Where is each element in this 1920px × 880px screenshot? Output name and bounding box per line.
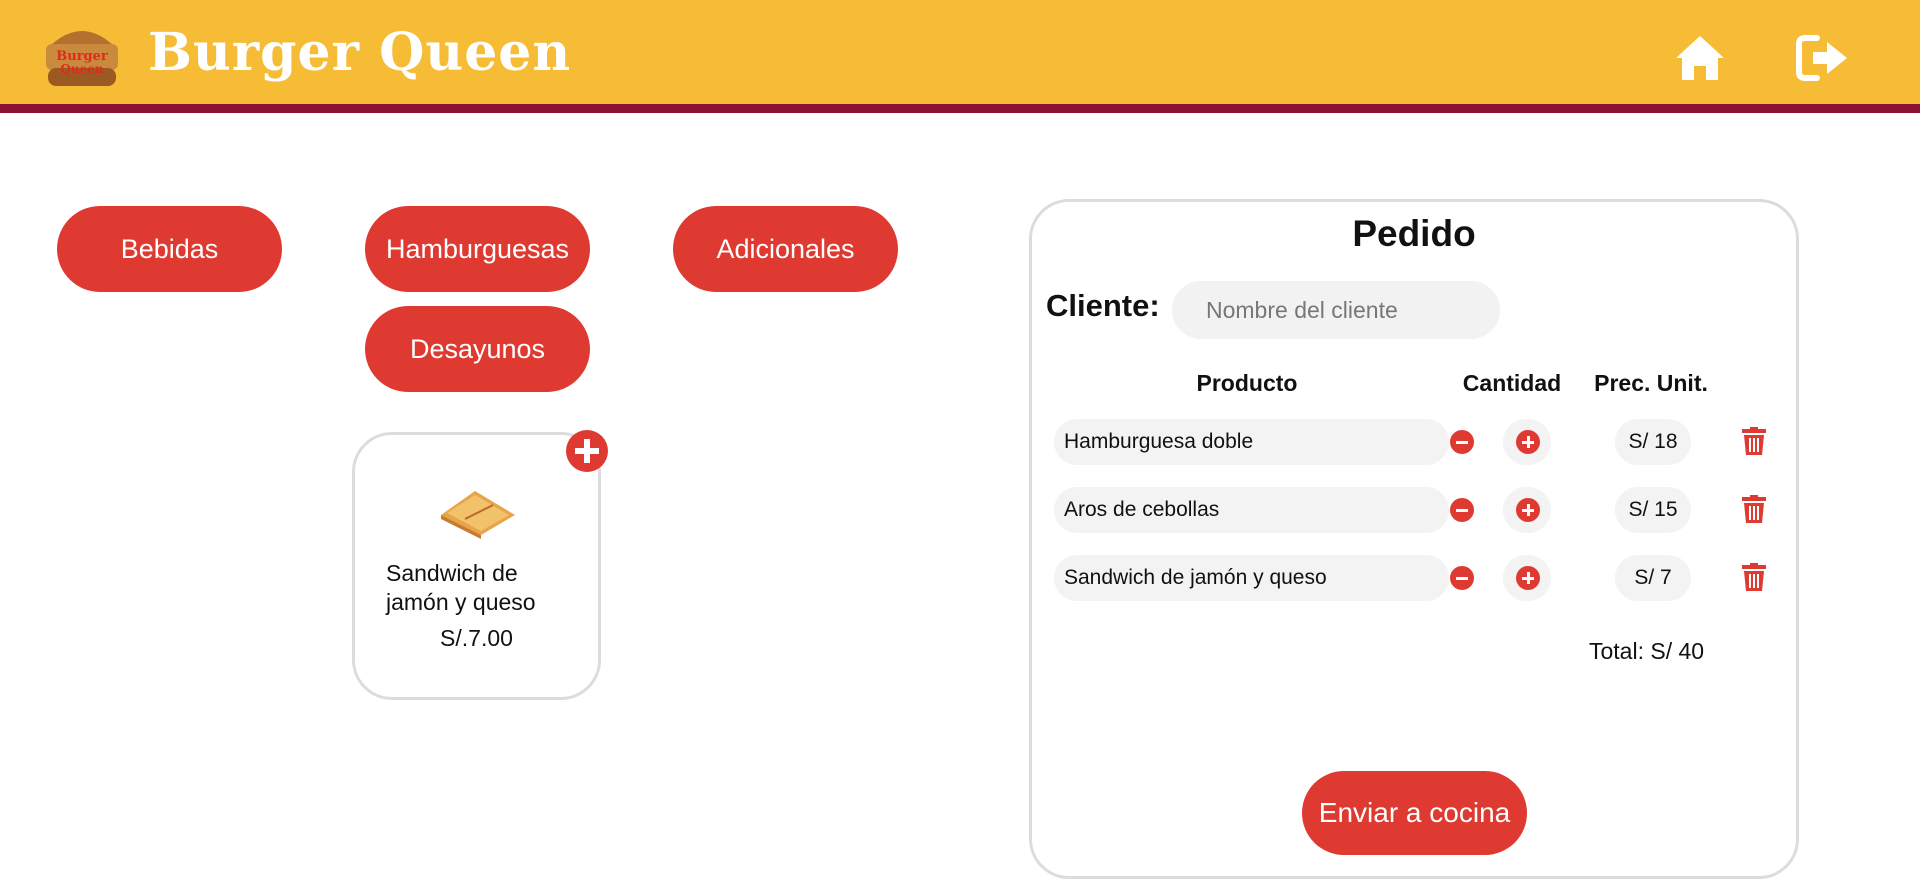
increase-quantity-icon[interactable] <box>1516 430 1540 454</box>
category-adicionales-button[interactable]: Adicionales <box>673 206 898 292</box>
order-total: Total: S/ 40 <box>1589 638 1705 664</box>
trash-icon[interactable] <box>1742 427 1766 455</box>
burger-logo[interactable]: Burger Queen <box>42 16 122 94</box>
app-header: Burger Queen Burger Queen <box>0 0 1920 113</box>
send-to-kitchen-button[interactable]: Enviar a cocina <box>1302 771 1527 855</box>
brand-name: Burger Queen <box>148 22 572 83</box>
decrease-quantity-icon[interactable] <box>1450 498 1474 522</box>
product-price: S/.7.00 <box>440 625 513 651</box>
client-label: Cliente: <box>1046 288 1160 323</box>
client-name-input[interactable] <box>1172 281 1500 339</box>
column-header-quantity: Cantidad <box>1462 370 1562 396</box>
row-unit-price: S/ 18 <box>1615 419 1691 465</box>
trash-icon[interactable] <box>1742 563 1766 591</box>
row-unit-price: S/ 7 <box>1615 555 1691 601</box>
logo-text-line2: Queen <box>60 62 103 76</box>
decrease-quantity-icon[interactable] <box>1450 430 1474 454</box>
increase-quantity-icon[interactable] <box>1516 566 1540 590</box>
increase-quantity-icon[interactable] <box>1516 498 1540 522</box>
category-desayunos-button[interactable]: Desayunos <box>365 306 590 392</box>
row-product-name: Hamburguesa doble <box>1054 419 1449 465</box>
row-product-name: Sandwich de jamón y queso <box>1054 555 1449 601</box>
home-icon[interactable] <box>1672 30 1728 86</box>
product-name: Sandwich de jamón y queso <box>386 560 536 615</box>
column-header-product: Producto <box>1196 370 1298 396</box>
sandwich-image <box>441 491 515 539</box>
category-hamburguesas-button[interactable]: Hamburguesas <box>365 206 590 292</box>
trash-icon[interactable] <box>1742 495 1766 523</box>
row-unit-price: S/ 15 <box>1615 487 1691 533</box>
decrease-quantity-icon[interactable] <box>1450 566 1474 590</box>
plus-circle-icon[interactable] <box>566 430 608 472</box>
category-bebidas-button[interactable]: Bebidas <box>57 206 282 292</box>
logout-icon[interactable] <box>1795 30 1851 86</box>
row-product-name: Aros de cebollas <box>1054 487 1449 533</box>
order-title: Pedido <box>1352 213 1476 254</box>
column-header-unit-price: Prec. Unit. <box>1594 370 1708 396</box>
